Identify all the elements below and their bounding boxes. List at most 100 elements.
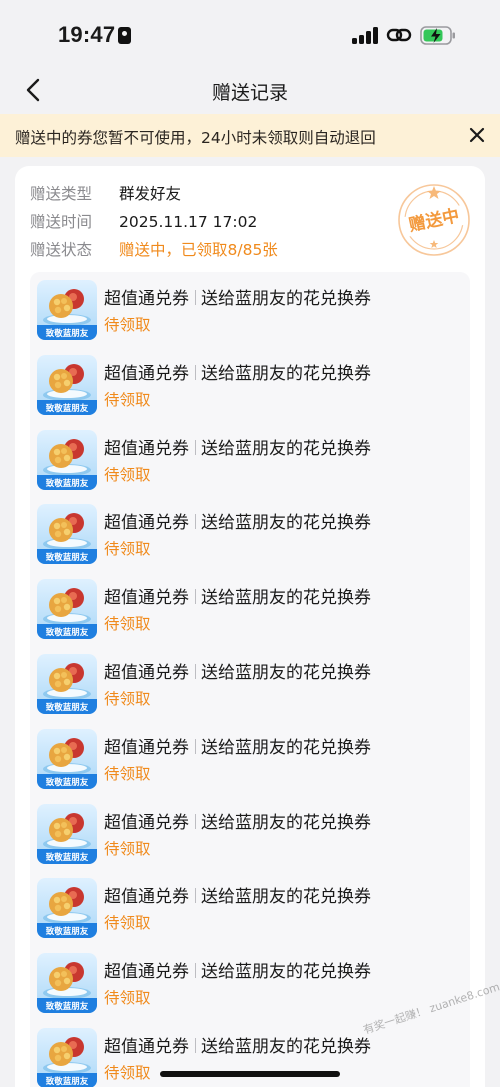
coupon-thumbnail: 致敬蓝朋友 (37, 803, 97, 864)
title-divider (195, 589, 196, 605)
notice-text: 赠送中的券您暂不可使用，24小时未领取则自动退回 (15, 129, 376, 147)
thumb-label: 致敬蓝朋友 (46, 1001, 89, 1012)
thumb-label: 致敬蓝朋友 (46, 478, 89, 489)
coupon-list: 致敬蓝朋友 超值通兑券 送给蓝朋友的花兑换券 待领取 致敬蓝朋友 超值通兑券 送给蓝朋友的花… (30, 272, 470, 1087)
thumb-label: 致敬蓝朋友 (46, 852, 89, 863)
coupon-item[interactable]: 致敬蓝朋友 超值通兑券 送给蓝朋友的花兑换券 待领取 (30, 1028, 470, 1087)
notice-bar: 赠送中的券您暂不可使用，24小时未领取则自动退回 (0, 114, 500, 157)
gift-record-card: 赠送类型 群发好友 赠送时间 2025.11.17 17:02 赠送状态 赠送中，已领… (15, 166, 485, 1087)
coupon-name: 超值通兑券 (104, 513, 189, 534)
coupon-status: 待领取 (104, 540, 151, 559)
coupon-status: 待领取 (104, 690, 151, 708)
coupon-title: 超值通兑券 送给蓝朋友的花兑换券 (104, 808, 371, 833)
coupon-name: 超值通兑券 (104, 363, 189, 384)
coupon-desc: 送给蓝朋友的花兑换券 (201, 438, 371, 459)
title-divider (195, 813, 196, 829)
coupon-name: 超值通兑券 (104, 1037, 189, 1057)
coupon-item[interactable]: 致敬蓝朋友 超值通兑券 送给蓝朋友的花兑换券待领取 (30, 429, 470, 496)
thumb-label: 致敬蓝朋友 (46, 1076, 89, 1087)
coupon-desc: 送给蓝朋友的花兑换券 (201, 513, 371, 534)
thumb-label: 致敬蓝朋友 (46, 777, 89, 788)
coupon-desc: 送给蓝朋友的花兑换券 (201, 737, 371, 758)
info-label: 赠送类型 (30, 185, 93, 203)
title-divider (195, 963, 196, 979)
thumb-label: 致敬蓝朋友 (46, 552, 89, 563)
coupon-title: 超值通兑券 送给蓝朋友的花兑换券 (104, 658, 371, 683)
status-time: 19:47 (58, 22, 116, 47)
coupon-thumbnail: 致敬蓝朋友 (37, 579, 97, 640)
coupon-thumbnail: 致敬蓝朋友 (37, 728, 97, 789)
coupon-thumbnail: 致敬蓝朋友 (37, 504, 97, 565)
title-divider (195, 514, 196, 530)
coupon-title: 超值通兑券 送给蓝朋友的花兑换券 (104, 733, 371, 758)
info-value: 群发好友 (119, 185, 182, 203)
coupon-status: 待领取 (104, 914, 151, 933)
coupon-status: 待领取 (104, 764, 151, 783)
coupon-name: 超值通兑券 (104, 962, 189, 983)
thumb-label: 致敬蓝朋友 (46, 403, 89, 414)
coupon-desc: 送给蓝朋友的花兑换券 (201, 1037, 371, 1057)
title-divider (195, 439, 196, 455)
coupon-title: 超值通兑券 送给蓝朋友的花兑换券 (104, 508, 371, 533)
coupon-item[interactable]: 致敬蓝朋友 超值通兑券 送给蓝朋友的花兑换券 待领取 (30, 354, 470, 421)
coupon-title: 超值通兑券 送给蓝朋友的花兑换券 (104, 434, 371, 459)
coupon-name: 超值通兑券 (104, 438, 189, 459)
coupon-title: 超值通兑券 送给蓝朋友的花兑换券 (104, 957, 371, 982)
coupon-item[interactable]: 致敬蓝朋友 超值通兑券 送给蓝朋友的花兑换券待领取 (30, 280, 470, 346)
coupon-title: 超值通兑券 送给蓝朋友的花兑换券 (104, 359, 371, 384)
info-row-type: 赠送类型 群发好友 (30, 182, 181, 204)
info-label: 赠送状态 (30, 241, 93, 259)
coupon-title: 超值通兑券 送给蓝朋友的花兑换券 (104, 1032, 371, 1057)
coupon-item[interactable]: 致敬蓝朋友 超值通兑券 送给蓝朋友的花兑换券待领取 (30, 654, 470, 720)
coupon-status: 待领取 (104, 316, 151, 334)
status-bar: 19:47 (0, 0, 500, 66)
thumb-label: 致敬蓝朋友 (46, 926, 89, 937)
stamp-text: 赠送中 (407, 205, 461, 236)
coupon-title: 超值通兑券 送给蓝朋友的花兑换券 (104, 583, 371, 608)
coupon-desc: 送给蓝朋友的花兑换券 (201, 663, 371, 683)
coupon-thumbnail: 致敬蓝朋友 (37, 878, 97, 939)
coupon-thumbnail: 致敬蓝朋友 (37, 429, 97, 490)
coupon-desc: 送给蓝朋友的花兑换券 (201, 812, 371, 833)
info-label: 赠送时间 (30, 213, 93, 231)
coupon-desc: 送给蓝朋友的花兑换券 (201, 962, 371, 983)
title-divider (195, 888, 196, 904)
coupon-item[interactable]: 致敬蓝朋友 超值通兑券 送给蓝朋友的花兑换券待领取 (30, 504, 470, 570)
close-icon[interactable] (468, 126, 486, 144)
page-title: 赠送记录 (211, 82, 288, 104)
coupon-item[interactable]: 致敬蓝朋友 超值通兑券 送给蓝朋友的花兑换券待领取 (30, 953, 470, 1019)
coupon-thumbnail: 致敬蓝朋友 (37, 953, 97, 1014)
coupon-name: 超值通兑券 (104, 812, 189, 833)
coupon-status: 待领取 (104, 465, 151, 484)
coupon-desc: 送给蓝朋友的花兑换券 (201, 289, 371, 309)
info-value: 2025.11.17 17:02 (119, 213, 258, 231)
nav-bar: 赠送记录 (0, 66, 500, 114)
coupon-item[interactable]: 致敬蓝朋友 超值通兑券 送给蓝朋友的花兑换券待领取 (30, 579, 470, 645)
coupon-name: 超值通兑券 (104, 887, 189, 908)
coupon-title: 超值通兑券 送给蓝朋友的花兑换券 (104, 882, 371, 907)
title-divider (195, 1038, 196, 1053)
coupon-thumbnail: 致敬蓝朋友 (37, 1028, 97, 1087)
status-stamp: 赠送中 (398, 184, 470, 256)
coupon-name: 超值通兑券 (104, 737, 189, 758)
coupon-item[interactable]: 致敬蓝朋友 超值通兑券 送给蓝朋友的花兑换券待领取 (30, 728, 470, 795)
info-row-time: 赠送时间 2025.11.17 17:02 (30, 210, 257, 232)
thumb-label: 致敬蓝朋友 (46, 328, 89, 339)
coupon-name: 超值通兑券 (104, 588, 189, 609)
home-indicator[interactable] (160, 1071, 340, 1077)
coupon-status: 待领取 (104, 989, 151, 1008)
coupon-thumbnail: 致敬蓝朋友 (37, 280, 97, 340)
thumb-label: 致敬蓝朋友 (46, 702, 89, 713)
link-icon (386, 28, 412, 42)
title-divider (195, 364, 196, 380)
coupon-status: 待领取 (104, 615, 151, 634)
info-row-status: 赠送状态 赠送中，已领取8/85张 (30, 238, 278, 260)
coupon-item[interactable]: 致敬蓝朋友 超值通兑券 送给蓝朋友的花兑换券 待领取 (30, 803, 470, 870)
cellular-signal-icon (352, 27, 378, 44)
coupon-name: 超值通兑券 (104, 289, 189, 309)
coupon-thumbnail: 致敬蓝朋友 (37, 354, 97, 415)
coupon-name: 超值通兑券 (104, 663, 189, 683)
coupon-item[interactable]: 致敬蓝朋友 超值通兑券 送给蓝朋友的花兑换券待领取 (30, 878, 470, 944)
coupon-desc: 送给蓝朋友的花兑换券 (201, 588, 371, 609)
battery-charging-icon (420, 26, 455, 45)
